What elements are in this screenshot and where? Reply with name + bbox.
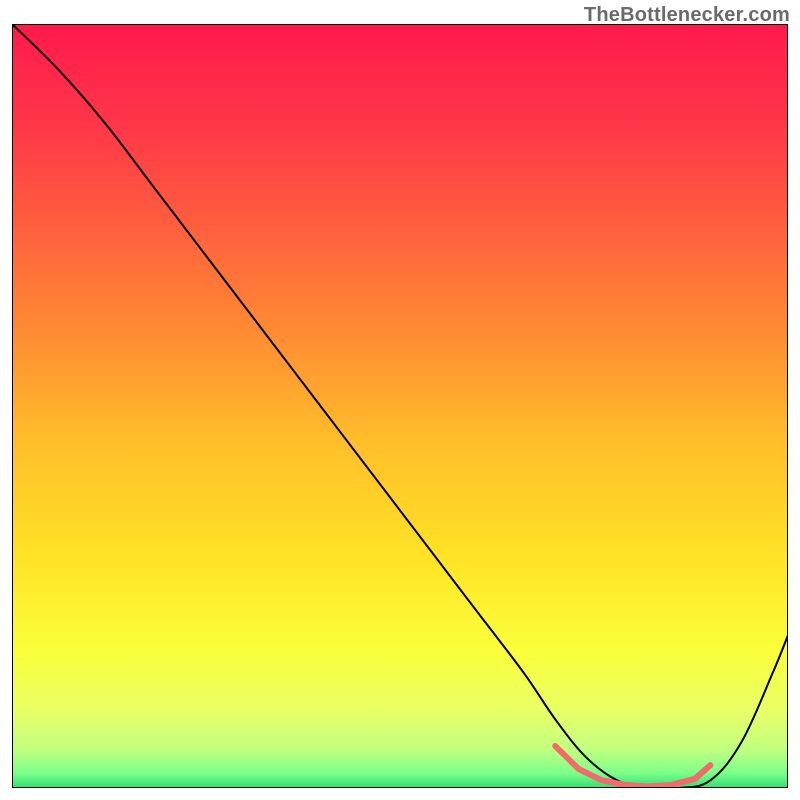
plot-background: [12, 24, 788, 788]
chart-svg: [12, 24, 788, 788]
bottleneck-chart: [12, 24, 788, 788]
